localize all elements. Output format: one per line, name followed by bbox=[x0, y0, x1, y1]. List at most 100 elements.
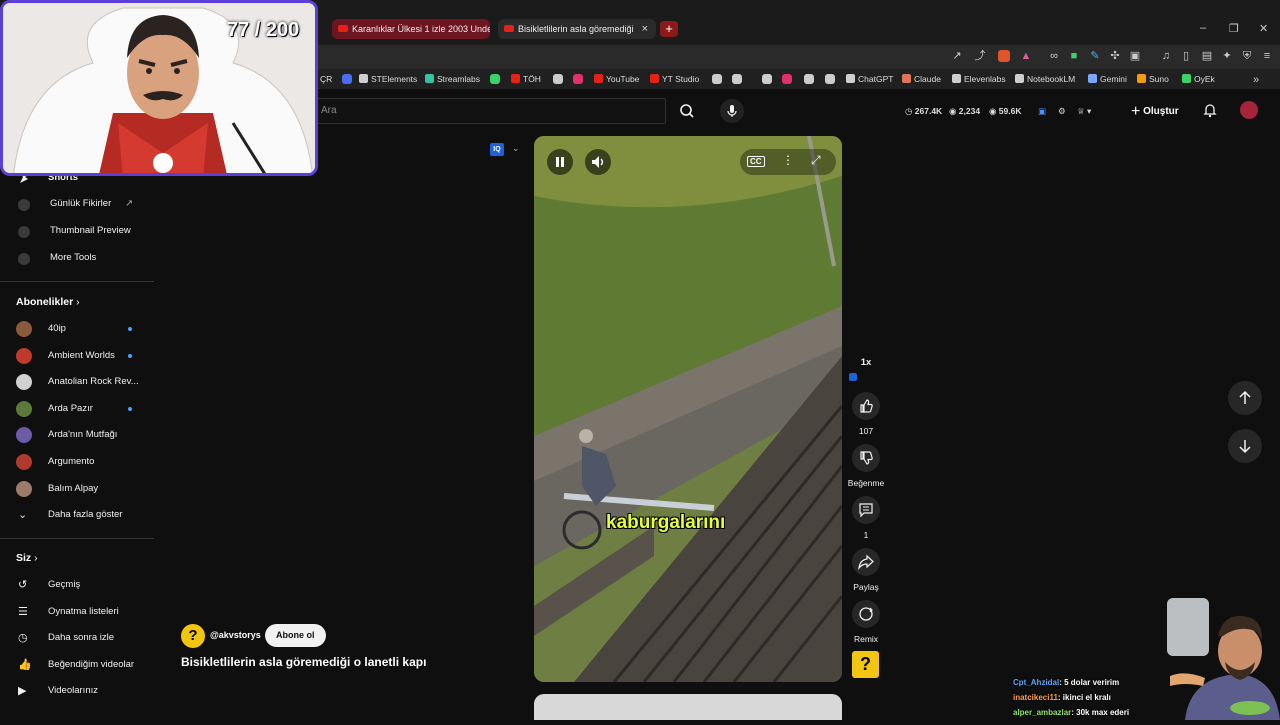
bookmark-item[interactable]: Claude bbox=[902, 73, 941, 85]
bookmark-icon[interactable] bbox=[762, 74, 772, 84]
subscription-item[interactable]: Balım Alpay bbox=[48, 483, 98, 494]
bookmark-item[interactable]: YT Studio bbox=[650, 73, 699, 85]
vidiq-icon[interactable]: IQ bbox=[490, 143, 504, 156]
bookmark-label: Claude bbox=[914, 74, 941, 84]
bookmark-icon[interactable] bbox=[804, 74, 814, 84]
channel-badge[interactable]: ? bbox=[852, 651, 879, 678]
minimize-button[interactable]: – bbox=[1200, 22, 1206, 34]
search-input[interactable]: Ara bbox=[310, 98, 666, 124]
channel-name[interactable]: @akvstorys bbox=[210, 630, 261, 640]
bookmark-item[interactable]: Suno bbox=[1137, 73, 1169, 85]
notifications-button[interactable] bbox=[1202, 102, 1218, 118]
captions-icon[interactable]: CC bbox=[747, 156, 765, 167]
extension-icon[interactable]: ✎ bbox=[1089, 50, 1101, 62]
tab-karanliklar[interactable]: Karanlıklar Ülkesi 1 izle 2003 Underw bbox=[332, 19, 490, 39]
leo-ai-icon[interactable]: ✦ bbox=[1221, 50, 1233, 62]
previous-short-button[interactable] bbox=[1228, 381, 1262, 415]
voice-search-button[interactable] bbox=[720, 99, 744, 123]
close-window-button[interactable]: ✕ bbox=[1259, 22, 1268, 35]
bookmark-item[interactable]: OyEk bbox=[1182, 73, 1215, 85]
media-icon[interactable]: ♫ bbox=[1160, 50, 1172, 62]
bookmark-item[interactable]: NotebookLM bbox=[1015, 73, 1075, 85]
divider bbox=[0, 538, 154, 539]
wallet-icon[interactable]: ▤ bbox=[1201, 50, 1213, 62]
subscription-item[interactable]: Ambient Worlds bbox=[48, 350, 115, 361]
bookmark-favicon-icon bbox=[1137, 74, 1146, 83]
shorts-video-player[interactable] bbox=[534, 136, 842, 682]
extension-icon[interactable]: ■ bbox=[1068, 50, 1080, 62]
sidebar-item-thumbnail-preview[interactable]: Thumbnail Preview bbox=[50, 225, 131, 236]
pause-button[interactable] bbox=[547, 149, 573, 175]
vpn-shield-icon[interactable]: ⛨ bbox=[1241, 50, 1253, 62]
bookmark-icon[interactable] bbox=[732, 74, 742, 84]
bookmark-item[interactable]: TÖH bbox=[511, 73, 541, 85]
more-bookmarks-icon[interactable]: » bbox=[1250, 74, 1262, 86]
extension-icon[interactable]: ∞ bbox=[1048, 50, 1060, 62]
vidiq-icon[interactable]: ▣ bbox=[1038, 106, 1046, 117]
bookmark-item[interactable]: ChatGPT bbox=[846, 73, 893, 85]
bookmark-item[interactable]: Gemini bbox=[1088, 73, 1127, 85]
achievement-icon[interactable]: ♕ ▾ bbox=[1077, 106, 1091, 117]
sidebar-item-your-videos[interactable]: Videolarınız bbox=[48, 685, 98, 696]
sidebar-item-playlists[interactable]: Oynatma listeleri bbox=[48, 606, 119, 617]
subscription-item[interactable]: 40ip bbox=[48, 323, 66, 334]
sidebar-item-gunluk-fikirler[interactable]: Günlük Fikirler bbox=[50, 198, 111, 209]
extensions-puzzle-icon[interactable]: ✣ bbox=[1109, 50, 1121, 62]
bookmark-icon[interactable] bbox=[573, 74, 583, 84]
subscription-item[interactable]: Anatolian Rock Rev... bbox=[48, 376, 139, 387]
brave-shields-icon[interactable] bbox=[998, 50, 1010, 62]
subscriptions-heading[interactable]: Abonelikler › bbox=[16, 296, 80, 308]
next-short-preview[interactable] bbox=[534, 694, 842, 720]
bookmark-icon[interactable] bbox=[553, 74, 563, 84]
bookmark-item[interactable]: Elevenlabs bbox=[952, 73, 1006, 85]
open-external-icon[interactable]: ↗ bbox=[951, 50, 963, 62]
subscription-item[interactable]: Arda Pazır bbox=[48, 403, 93, 414]
bookmark-favicon-icon bbox=[846, 74, 855, 83]
share-button[interactable] bbox=[852, 548, 880, 576]
maximize-button[interactable]: ❐ bbox=[1229, 22, 1239, 35]
create-button[interactable]: + Oluştur bbox=[1131, 103, 1179, 121]
bookmark-item[interactable]: Streamlabs bbox=[425, 73, 480, 85]
sidebar-item-more-tools[interactable]: More Tools bbox=[50, 252, 96, 263]
new-tab-button[interactable]: + bbox=[660, 21, 678, 37]
your-videos-icon: ▶ bbox=[18, 685, 27, 698]
like-button[interactable] bbox=[852, 392, 880, 420]
bookmark-item[interactable]: YouTube bbox=[594, 73, 639, 85]
playback-speed[interactable]: 1x bbox=[836, 357, 896, 368]
dislike-button[interactable] bbox=[852, 444, 880, 472]
fullscreen-icon[interactable]: ⤢ bbox=[811, 153, 821, 168]
subscribe-button[interactable]: Abone ol bbox=[265, 624, 326, 647]
comments-button[interactable] bbox=[852, 496, 880, 524]
tab-bisikletlilerin[interactable]: Bisikletlilerin asla göremediği × bbox=[498, 19, 656, 39]
share-icon[interactable]: ⤴ bbox=[974, 50, 986, 62]
settings-icon[interactable]: ⚙ bbox=[1058, 106, 1066, 117]
show-more-button[interactable]: Daha fazla göster bbox=[48, 509, 122, 520]
bookmark-item[interactable]: STElements bbox=[359, 73, 417, 85]
search-button[interactable] bbox=[668, 98, 706, 124]
tab-search-icon[interactable]: ▣ bbox=[1129, 50, 1141, 62]
arrow-up-icon bbox=[1239, 390, 1251, 404]
remix-button[interactable] bbox=[852, 600, 880, 628]
rewards-icon[interactable]: ▲ bbox=[1020, 50, 1032, 62]
tab-close-icon[interactable]: × bbox=[642, 19, 648, 39]
volume-button[interactable] bbox=[585, 149, 611, 175]
chevron-down-icon[interactable]: ⌄ bbox=[512, 143, 520, 154]
bookmark-icon[interactable] bbox=[490, 74, 500, 84]
video-title[interactable]: Bisikletlilerin asla göremediği o lanetl… bbox=[181, 655, 426, 669]
bookmark-icon[interactable] bbox=[825, 74, 835, 84]
you-heading[interactable]: Siz › bbox=[16, 552, 38, 564]
subscription-item[interactable]: Arda'nın Mutfağı bbox=[48, 429, 117, 440]
bookmark-icon[interactable] bbox=[712, 74, 722, 84]
menu-icon[interactable]: ≡ bbox=[1261, 50, 1273, 62]
sidebar-toggle-icon[interactable]: ▯ bbox=[1180, 50, 1192, 62]
channel-avatar[interactable]: ? bbox=[181, 624, 205, 648]
sidebar-item-liked-videos[interactable]: Beğendiğim videolar bbox=[48, 659, 134, 670]
user-avatar[interactable] bbox=[1240, 101, 1258, 119]
sidebar-item-history[interactable]: Geçmiş bbox=[48, 579, 80, 590]
bookmark-icon[interactable] bbox=[342, 74, 352, 84]
bookmark-icon[interactable] bbox=[782, 74, 792, 84]
more-options-icon[interactable]: ⋮ bbox=[782, 153, 794, 167]
next-short-button[interactable] bbox=[1228, 429, 1262, 463]
subscription-item[interactable]: Argumento bbox=[48, 456, 94, 467]
sidebar-item-watch-later[interactable]: Daha sonra izle bbox=[48, 632, 114, 643]
